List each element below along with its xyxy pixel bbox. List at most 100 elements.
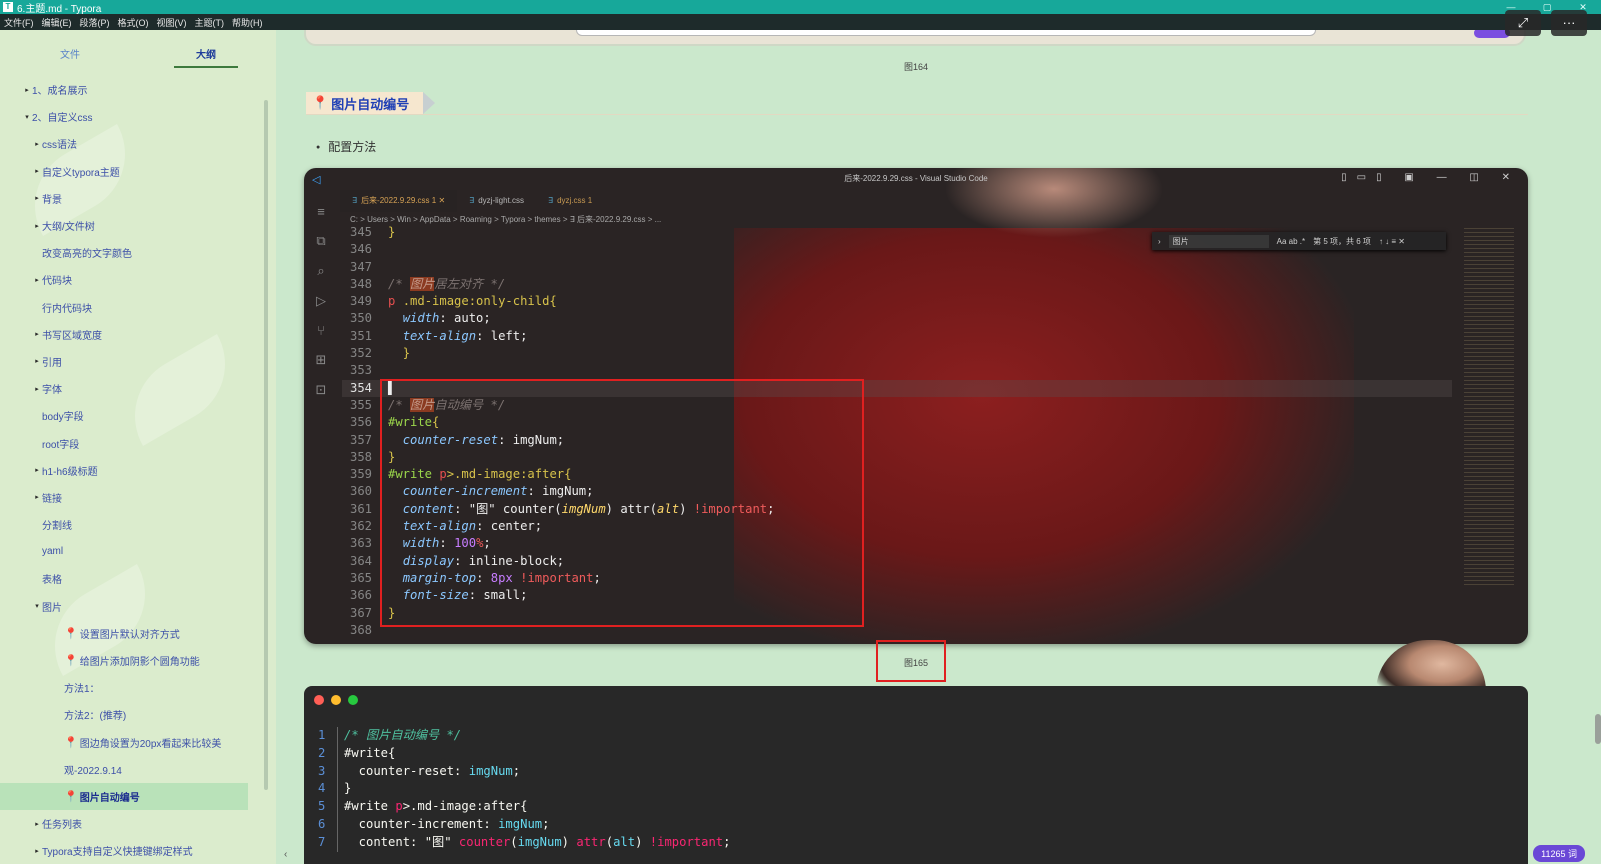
outline-item[interactable]: ▸ 代码块: [0, 266, 276, 293]
outline-item[interactable]: ▸ css语法: [0, 130, 276, 157]
outline-item[interactable]: yaml: [0, 538, 276, 565]
outline-item[interactable]: 方法1：: [0, 674, 276, 701]
chevron-down-icon[interactable]: ▾: [22, 113, 32, 121]
vscode-tab[interactable]: ∃ dyzj.css 1: [536, 190, 604, 212]
collapse-sidebar-icon[interactable]: ‹: [284, 849, 287, 860]
outline-item[interactable]: ▸ h1-h6级标题: [0, 457, 276, 484]
outline-item-label: root字段: [42, 439, 80, 451]
menu-help[interactable]: 帮助(H): [228, 16, 267, 29]
outline-item-label: 1、成名展示: [32, 86, 88, 98]
outline-item[interactable]: body字段: [0, 402, 276, 429]
tab-files[interactable]: 文件: [38, 46, 102, 68]
outline-item-label: 方法2：(推荐): [64, 711, 127, 723]
outline-item-label: 任务列表: [42, 820, 82, 832]
menu-view[interactable]: 视图(V): [153, 16, 191, 29]
outline-item[interactable]: 📍 给图片添加阴影个圆角功能: [0, 647, 276, 674]
outline-item[interactable]: ▸ 自定义typora主题: [0, 158, 276, 185]
outline-item[interactable]: 观-2022.9.14: [0, 756, 276, 783]
outline-item-label: 分割线: [42, 521, 72, 533]
outline-item-label: 自定义typora主题: [42, 167, 120, 179]
outline-item[interactable]: ▸ 引用: [0, 348, 276, 375]
outline-item[interactable]: ▸ Typora支持自定义快捷键绑定样式: [0, 837, 276, 864]
pushpin-icon: 📍: [64, 790, 78, 803]
chevron-right-icon[interactable]: ▸: [32, 357, 42, 365]
outline-item-label: 2、自定义css: [32, 113, 93, 125]
outline-item[interactable]: 📍 图片自动编号: [0, 782, 248, 811]
outline-item-label: 图边角设置为20px看起来比较美: [79, 738, 222, 750]
more-options-icon[interactable]: ···: [1551, 10, 1587, 36]
outline-item[interactable]: ▾ 2、自定义css: [0, 103, 276, 130]
outline-item[interactable]: 改变高亮的文字颜色: [0, 239, 276, 266]
outline-item[interactable]: 行内代码块: [0, 294, 276, 321]
chevron-right-icon[interactable]: ▸: [32, 466, 42, 474]
outline-item-label: 书写区域宽度: [42, 330, 102, 342]
outline-item[interactable]: ▸ 字体: [0, 375, 276, 402]
window-dots: [314, 695, 358, 705]
sidebar: 文件 大纲 ▸ 1、成名展示 ▾ 2、自定义css ▸ css语法 ▸ 自定义typora主题…: [0, 30, 276, 864]
code-block-content[interactable]: 1/* 图片自动编号 */2 #write{3 counter-reset: im…: [318, 727, 730, 852]
css-file-icon: ∃: [548, 196, 554, 205]
section-heading[interactable]: 📍 图片自动编号: [306, 92, 436, 114]
outline-item-label: 观-2022.9.14: [64, 765, 122, 777]
outline-item-label: 引用: [42, 357, 62, 369]
outline-item[interactable]: 📍 设置图片默认对齐方式: [0, 620, 276, 647]
image-caption-164: 图164: [904, 62, 929, 72]
bullet-item[interactable]: 配置方法: [316, 138, 376, 155]
menu-paragraph[interactable]: 段落(P): [76, 16, 114, 29]
chevron-right-icon[interactable]: ▸: [32, 385, 42, 393]
menu-format[interactable]: 格式(O): [114, 16, 153, 29]
outline-item[interactable]: 📍 图边角设置为20px看起来比较美: [0, 729, 276, 756]
chevron-right-icon[interactable]: ▸: [22, 86, 32, 94]
highlight-box: [380, 379, 864, 627]
outline-item[interactable]: ▸ 链接: [0, 484, 276, 511]
code-block[interactable]: 1/* 图片自动编号 */2 #write{3 counter-reset: im…: [304, 686, 1528, 864]
outline-item-label: 背景: [42, 194, 62, 206]
word-count-badge[interactable]: 11265 词: [1533, 845, 1585, 862]
yellow-dot-icon: [331, 695, 341, 705]
editor-scrollbar[interactable]: [1595, 714, 1601, 744]
pushpin-icon: 📍: [64, 736, 78, 749]
tab-outline[interactable]: 大纲: [174, 46, 238, 68]
outline-item-label: yaml: [42, 546, 64, 558]
extensions-icon: ⊞: [315, 352, 327, 367]
outline-item[interactable]: ▾ 图片: [0, 593, 276, 620]
window-titlebar: T 6.主题.md - Typora — ▢ ✕: [0, 0, 1601, 15]
outline-item-label: 改变高亮的文字颜色: [42, 249, 132, 261]
outline-item-label: 图片自动编号: [79, 792, 140, 804]
chevron-right-icon[interactable]: ▸: [32, 167, 42, 175]
outline-item[interactable]: ▸ 大纲/文件树: [0, 212, 276, 239]
vscode-tab[interactable]: ∃ dyzj-light.css: [457, 190, 536, 212]
outline-item-label: 设置图片默认对齐方式: [79, 629, 180, 641]
outline-item-label: 链接: [42, 493, 62, 505]
outline-item[interactable]: 表格: [0, 565, 276, 592]
menu-bar: 文件(F) 编辑(E) 段落(P) 格式(O) 视图(V) 主题(T) 帮助(H…: [0, 14, 1601, 30]
remote-icon: ⊡: [315, 382, 327, 397]
outline-item[interactable]: ▸ 1、成名展示: [0, 76, 276, 103]
outline-item[interactable]: 方法2：(推荐): [0, 701, 276, 728]
chevron-right-icon[interactable]: ▸: [32, 820, 42, 828]
chevron-right-icon[interactable]: ▸: [32, 276, 42, 284]
chevron-right-icon[interactable]: ▸: [32, 493, 42, 501]
outline-item[interactable]: 分割线: [0, 511, 276, 538]
menu-edit[interactable]: 编辑(E): [38, 16, 76, 29]
vscode-screenshot-image[interactable]: ◁ 后来-2022.9.29.css - Visual Studio Code …: [304, 168, 1528, 644]
outline-item-label: 表格: [42, 575, 62, 587]
chevron-right-icon[interactable]: ▸: [32, 330, 42, 338]
fullscreen-icon[interactable]: ⤢: [1505, 10, 1541, 36]
previous-image-frame: [304, 30, 1526, 46]
menu-theme[interactable]: 主题(T): [191, 16, 229, 29]
chevron-right-icon[interactable]: ▸: [32, 194, 42, 202]
chevron-right-icon[interactable]: ▸: [32, 140, 42, 148]
explorer-icon: ⧉: [316, 233, 326, 248]
outline-item[interactable]: ▸ 背景: [0, 185, 276, 212]
chevron-down-icon[interactable]: ▾: [32, 602, 42, 610]
vscode-minimap[interactable]: [1464, 228, 1514, 588]
sidebar-scrollbar[interactable]: [264, 100, 268, 790]
vscode-tab-active[interactable]: ∃ 后来-2022.9.29.css 1 ✕: [340, 190, 458, 212]
chevron-right-icon[interactable]: ▸: [32, 847, 42, 855]
outline-item[interactable]: ▸ 书写区域宽度: [0, 321, 276, 348]
chevron-right-icon[interactable]: ▸: [32, 222, 42, 230]
outline-item[interactable]: ▸ 任务列表: [0, 810, 276, 837]
menu-file[interactable]: 文件(F): [0, 16, 38, 29]
outline-item[interactable]: root字段: [0, 429, 276, 456]
